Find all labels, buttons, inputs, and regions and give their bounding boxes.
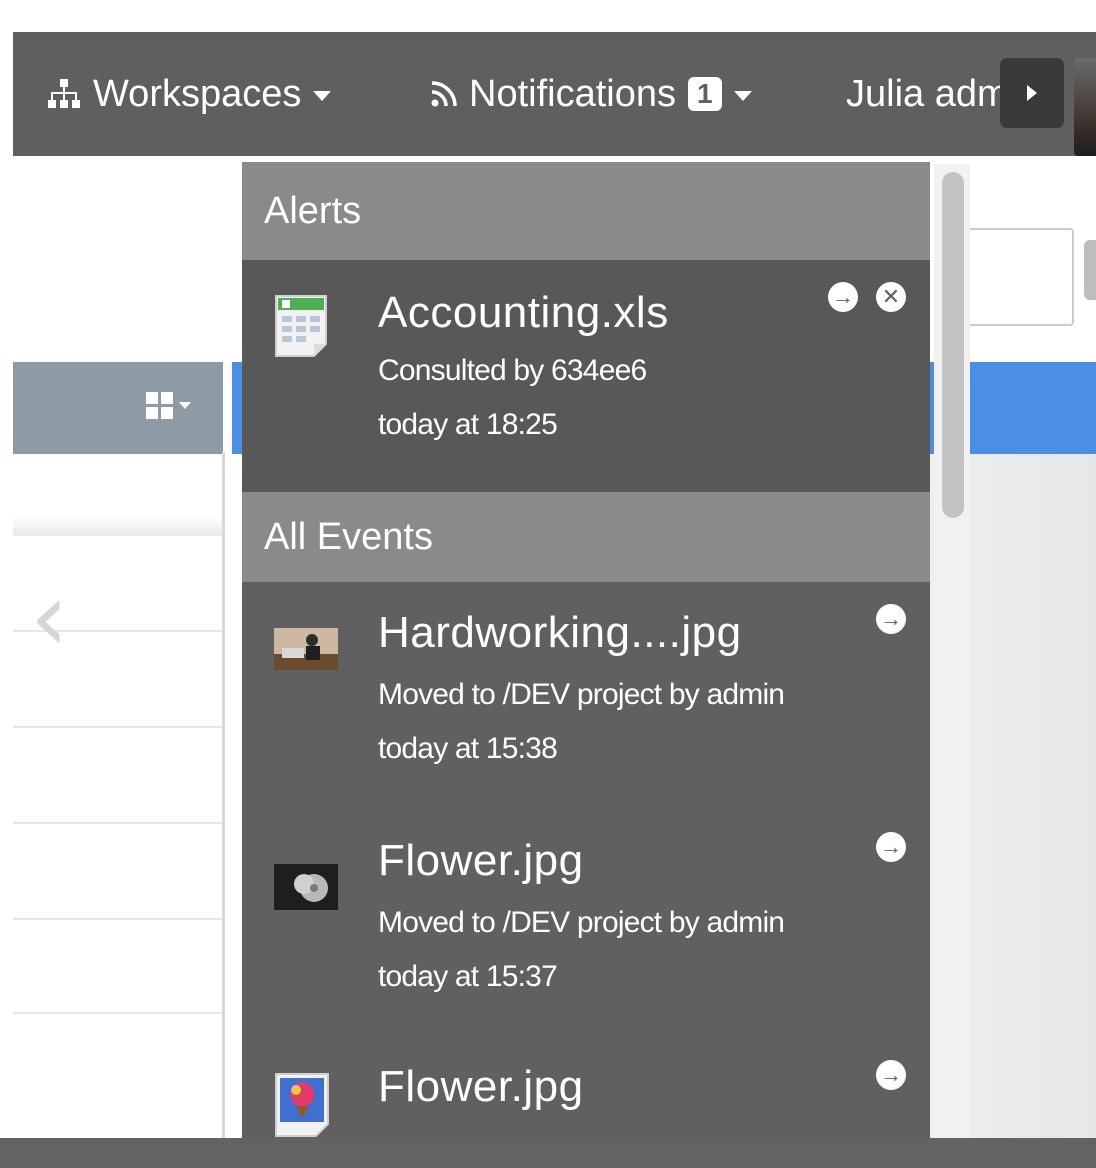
- user-name: Julia adm: [846, 72, 1009, 115]
- view-mode-toggle[interactable]: [146, 390, 206, 420]
- event-description: Moved to /DEV project by admin: [378, 678, 785, 711]
- image-file-icon: [275, 1073, 329, 1137]
- avatar[interactable]: [1074, 58, 1096, 156]
- caret-down-icon: [733, 91, 752, 101]
- event-timestamp: today at 15:38: [378, 732, 558, 765]
- alerts-header: Alerts: [242, 162, 930, 260]
- alert-title: Accounting.xls: [378, 288, 669, 337]
- notifications-menu[interactable]: Notifications 1: [431, 32, 752, 156]
- user-menu-toggle[interactable]: [1000, 58, 1064, 128]
- close-circle-icon[interactable]: ✕: [876, 282, 906, 312]
- event-description: Moved to /DEV project by admin: [378, 906, 785, 939]
- photo-thumbnail: [274, 628, 338, 670]
- arrow-right-circle-icon[interactable]: →: [828, 282, 858, 312]
- rss-icon: [431, 81, 457, 107]
- all-events-header: All Events: [242, 492, 930, 582]
- caret-down-icon: [313, 91, 332, 101]
- left-row-divider: [13, 918, 222, 920]
- panel-divider: [222, 452, 225, 1152]
- alert-timestamp: today at 18:25: [378, 408, 558, 441]
- sitemap-icon: [48, 79, 80, 108]
- arrow-right-circle-icon[interactable]: →: [876, 1060, 906, 1090]
- event-item[interactable]: Flower.jpg →: [242, 1038, 930, 1140]
- grid-view-icon: [146, 391, 173, 419]
- left-row-divider: [13, 822, 222, 824]
- alert-item[interactable]: Accounting.xls Consulted by 634ee6 today…: [242, 260, 930, 492]
- arrow-right-circle-icon[interactable]: →: [876, 604, 906, 634]
- search-button[interactable]: [1084, 240, 1096, 300]
- workspaces-menu[interactable]: Workspaces: [47, 32, 332, 156]
- notifications-label: Notifications: [469, 72, 676, 115]
- arrow-right-circle-icon[interactable]: →: [876, 832, 906, 862]
- event-item[interactable]: Flower.jpg Moved to /DEV project by admi…: [242, 810, 930, 1038]
- event-timestamp: today at 15:37: [378, 960, 558, 993]
- event-title: Hardworking....jpg: [378, 608, 742, 657]
- left-panel-row: [13, 456, 222, 536]
- bottom-bar: [0, 1138, 1096, 1168]
- photo-thumbnail: [274, 864, 338, 910]
- left-row-divider: [13, 1012, 222, 1014]
- left-row-divider: [13, 726, 222, 728]
- caret-down-icon: [179, 401, 191, 409]
- spreadsheet-file-icon: [275, 295, 327, 357]
- alert-description: Consulted by 634ee6: [378, 354, 647, 387]
- caret-right-icon: [1027, 85, 1037, 101]
- workspaces-label: Workspaces: [93, 72, 302, 115]
- event-title: Flower.jpg: [378, 1062, 584, 1111]
- chevron-left-icon[interactable]: ‹: [30, 569, 100, 665]
- notifications-count-badge: 1: [687, 77, 722, 111]
- scrollbar-thumb[interactable]: [942, 172, 964, 518]
- top-navbar: Workspaces Notifications 1 Julia adm: [13, 32, 1096, 156]
- user-menu[interactable]: Julia adm: [846, 32, 1009, 156]
- notifications-dropdown: Alerts Accounting.xls Consulted by 634ee…: [242, 162, 930, 1140]
- event-item[interactable]: Hardworking....jpg Moved to /DEV project…: [242, 582, 930, 810]
- event-title: Flower.jpg: [378, 836, 584, 885]
